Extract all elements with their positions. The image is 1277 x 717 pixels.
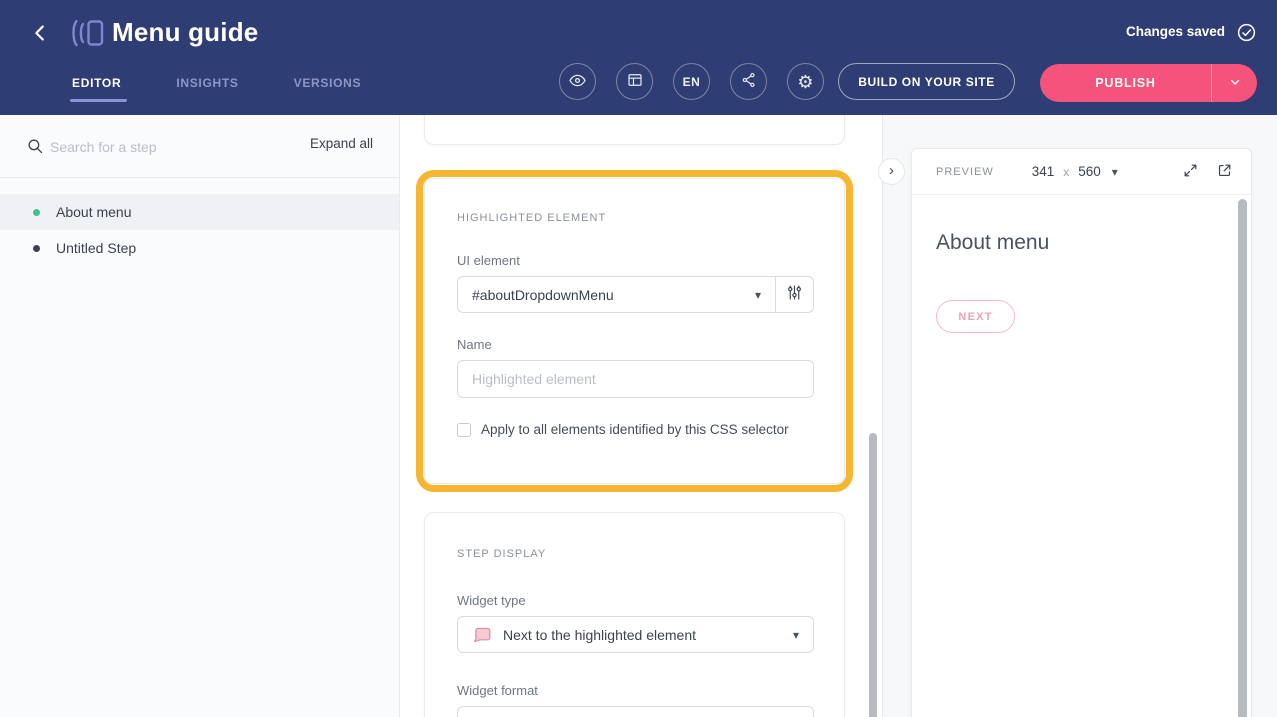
share-button[interactable] [730,63,767,100]
previous-settings-card-partial [424,115,845,145]
open-in-new-window-button[interactable] [1214,160,1235,184]
publish-split-button: PUBLISH [1040,64,1257,102]
preview-width-value: 341 [1032,164,1055,179]
top-header: Menu guide EDITOR INSIGHTS VERSIONS Chan… [0,0,1277,115]
preview-eye-button[interactable] [559,63,596,100]
tab-insights[interactable]: INSIGHTS [176,72,238,102]
build-on-your-site-button[interactable]: BUILD ON YOUR SITE [838,63,1015,100]
highlighted-element-name-input[interactable] [457,360,814,398]
step-settings-panel: HIGHLIGHTED ELEMENT UI element #aboutDro… [400,115,882,717]
element-settings-button[interactable] [775,277,813,312]
preview-panel: › PREVIEW 341 x 560 ▾ [882,115,1277,717]
chevron-right-icon: › [889,163,894,178]
share-icon [740,71,758,92]
publish-dropdown-button[interactable] [1211,64,1257,102]
search-icon [26,137,45,161]
chevron-down-icon [1228,75,1242,92]
preview-step-title: About menu [936,231,1049,255]
settings-button[interactable]: ⚙ [787,63,824,100]
steps-sidebar: Expand all About menu Untitled Step [0,115,400,717]
publish-button[interactable]: PUBLISH [1040,64,1211,102]
highlighted-element-focus-ring: HIGHLIGHTED ELEMENT UI element #aboutDro… [416,170,853,492]
step-item-label: About menu [56,204,132,220]
step-status-dot-icon [33,209,40,216]
name-label: Name [457,337,492,352]
step-status-dot-icon [33,245,40,252]
checkbox-icon[interactable] [457,423,471,437]
collapse-panel-button[interactable]: › [878,158,905,185]
external-link-icon [1216,162,1233,182]
language-button[interactable]: EN [673,63,710,100]
gear-icon: ⚙ [797,73,813,91]
expand-all-button[interactable]: Expand all [310,136,373,151]
expand-preview-button[interactable] [1180,160,1201,184]
layout-panel-button[interactable] [616,63,653,100]
next-button[interactable]: NEXT [936,300,1015,333]
widget-type-label: Widget type [457,593,526,608]
step-list: About menu Untitled Step [0,178,399,266]
layout-icon [626,71,644,92]
preview-panel-title: PREVIEW [936,166,994,178]
step-item-untitled-step[interactable]: Untitled Step [0,230,399,266]
check-circle-icon [1236,22,1257,48]
widget-type-value: Next to the highlighted element [492,627,793,643]
step-item-label: Untitled Step [56,240,136,256]
header-toolbar: EN ⚙ [559,63,824,100]
widget-format-label: Widget format [457,683,538,698]
step-display-card: STEP DISPLAY Widget type Next to the hig… [424,512,845,717]
app-logo-icon [70,17,106,54]
language-badge: EN [683,75,701,89]
back-button[interactable] [26,20,54,48]
tab-versions[interactable]: VERSIONS [294,72,362,102]
expand-arrows-icon [1182,162,1199,182]
apply-to-all-checkbox-row[interactable]: Apply to all elements identified by this… [457,422,789,437]
eye-icon [568,71,587,93]
tab-editor[interactable]: EDITOR [72,72,121,102]
caret-down-icon: ▾ [793,629,813,641]
step-search-row: Expand all [0,115,399,178]
step-item-about-menu[interactable]: About menu [0,194,399,230]
page-title: Menu guide [112,17,258,48]
section-title: STEP DISPLAY [457,548,546,560]
editor-scrollbar[interactable] [869,433,877,717]
back-chevron-icon [29,32,51,47]
caret-down-icon: ▾ [1112,166,1118,178]
caret-down-icon: ▾ [755,289,775,301]
highlighted-element-card: HIGHLIGHTED ELEMENT UI element #aboutDro… [424,178,845,484]
search-step-input[interactable] [50,133,240,161]
preview-header-actions [1180,160,1235,184]
ui-element-select[interactable]: #aboutDropdownMenu ▾ [457,276,814,313]
apply-to-all-label: Apply to all elements identified by this… [481,422,789,437]
ui-element-label: UI element [457,253,520,268]
changes-saved-status: Changes saved [1126,24,1225,39]
sliders-icon [786,284,803,306]
widget-format-select[interactable] [457,706,814,717]
widget-type-select[interactable]: Next to the highlighted element ▾ [457,616,814,653]
dimensions-separator: x [1063,165,1069,179]
app-window: Menu guide EDITOR INSIGHTS VERSIONS Chan… [0,0,1277,717]
preview-card: PREVIEW 341 x 560 ▾ [911,148,1252,717]
tooltip-widget-icon [458,626,492,644]
preview-header: PREVIEW 341 x 560 ▾ [912,149,1251,195]
section-title: HIGHLIGHTED ELEMENT [457,212,606,224]
preview-height-value: 560 [1078,164,1101,179]
ui-element-value: #aboutDropdownMenu [458,287,755,303]
preview-scrollbar[interactable] [1238,199,1247,717]
format-widget-icon [458,712,491,717]
header-tabs: EDITOR INSIGHTS VERSIONS [72,72,361,102]
preview-dimensions-dropdown[interactable]: 341 x 560 ▾ [1032,164,1118,179]
